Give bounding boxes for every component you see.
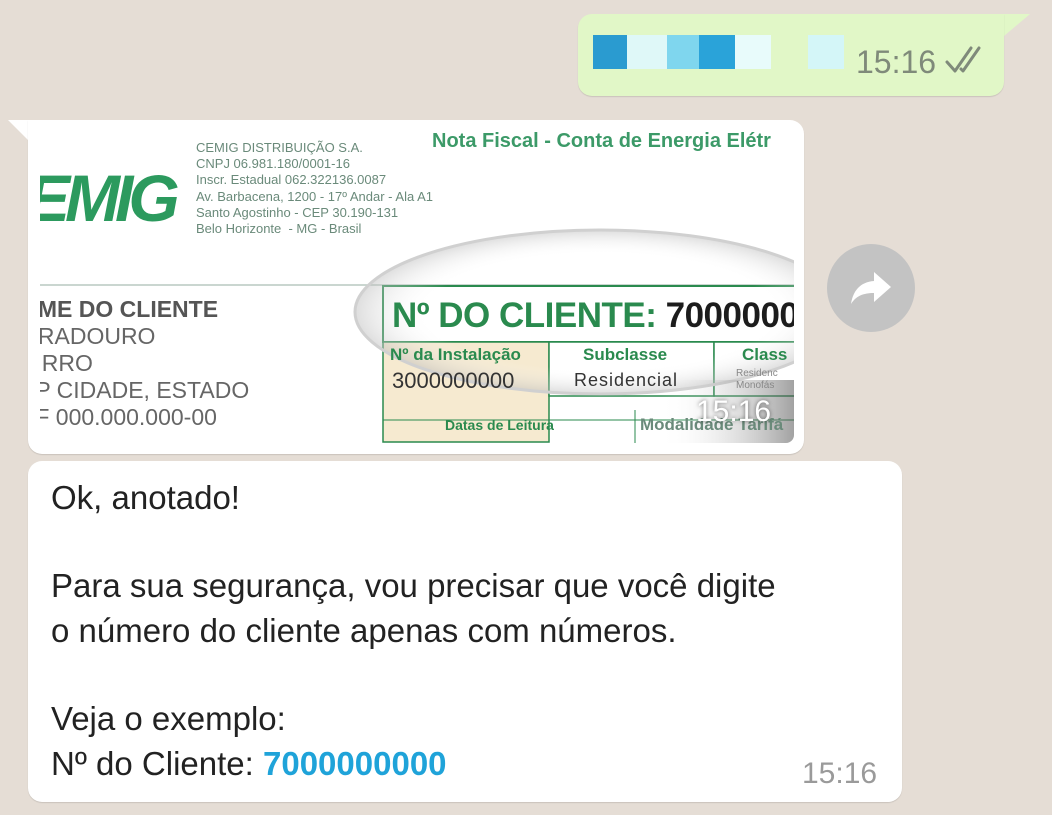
- forward-button[interactable]: [827, 244, 915, 332]
- class-label: Class: [742, 345, 788, 364]
- redacted-block: [699, 35, 735, 69]
- message-line: Nº do Cliente: 7000000000: [51, 741, 447, 787]
- client-number-field: Nº DO CLIENTE: 70000000: [392, 296, 794, 335]
- company-info-text: CEMIG DISTRIBUIÇÃO S.A. CNPJ 06.981.180/…: [196, 140, 433, 237]
- text-message-time: 15:16: [802, 757, 878, 790]
- client-address-fields: GRADOURO AIRRO EP CIDADE, ESTADO PF 000.…: [40, 323, 250, 430]
- redacted-block: [627, 35, 667, 69]
- class-value: Residenc Monofás: [736, 368, 778, 391]
- message-line: Ok, anotado!: [51, 479, 240, 516]
- client-number-label: Nº do Cliente:: [51, 745, 263, 782]
- bill-title: Nota Fiscal - Conta de Energia Elétr: [432, 130, 771, 152]
- client-name-field: OME DO CLIENTE: [40, 296, 219, 322]
- image-message-time: 15:16: [696, 395, 772, 428]
- cemig-logo: EMIG: [40, 161, 180, 235]
- message-line: Para sua segurança, vou precisar que voc…: [51, 567, 776, 604]
- redacted-block: [808, 35, 844, 69]
- redacted-block: [593, 35, 627, 69]
- installation-label: Nº da Instalação: [390, 345, 521, 364]
- subclass-label: Subclasse: [583, 345, 668, 364]
- message-line: Veja o exemplo:: [51, 700, 286, 737]
- client-fields: OME DO CLIENTE GRADOURO AIRRO EP CIDADE,…: [40, 296, 249, 431]
- redacted-block: [667, 35, 699, 69]
- outgoing-message-time: 15:16: [856, 44, 937, 80]
- reading-dates-label: Datas de Leitura: [445, 417, 554, 433]
- outgoing-bubble-tail: [1004, 14, 1030, 36]
- redacted-block: [735, 35, 771, 69]
- subclass-value: Residencial: [574, 370, 679, 390]
- client-number-example[interactable]: 7000000000: [263, 745, 447, 782]
- energy-bill-image[interactable]: EMIG CEMIG DISTRIBUIÇÃO S.A. CNPJ 06.981…: [40, 130, 794, 443]
- double-check-icon: [944, 44, 990, 79]
- forward-arrow-icon: [851, 272, 891, 304]
- message-line: o número do cliente apenas com números.: [51, 612, 677, 649]
- incoming-bubble-tail: [8, 120, 30, 142]
- installation-value: 3000000000: [392, 368, 515, 393]
